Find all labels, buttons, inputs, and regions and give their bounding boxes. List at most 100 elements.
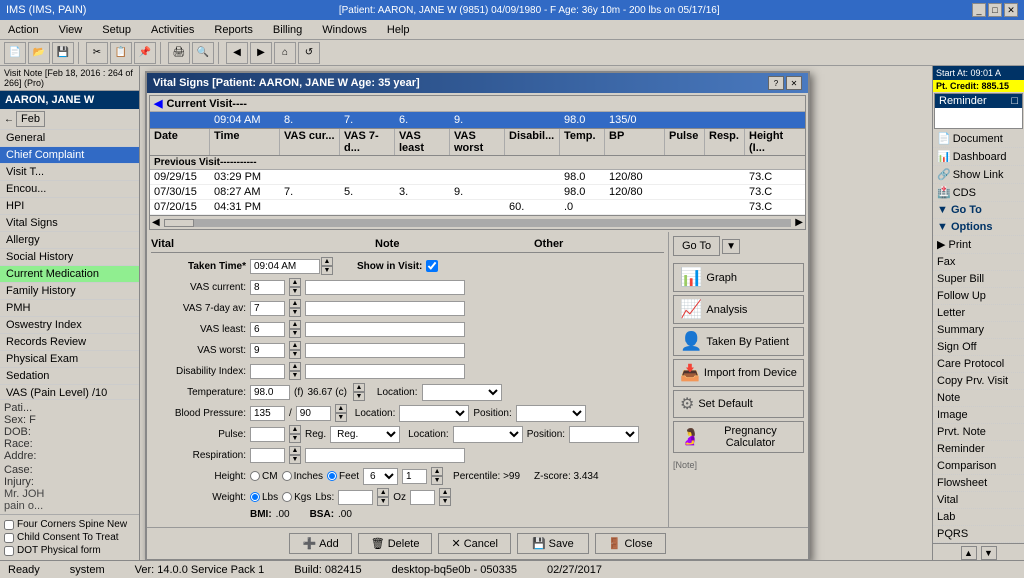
nav-oswestry[interactable]: Oswestry Index [0,317,139,334]
modal-close-btn[interactable]: ✕ [786,76,802,90]
resp-note[interactable] [305,448,465,463]
menu-setup[interactable]: Setup [98,22,135,38]
vas-cur-up[interactable]: ▲ [289,278,301,287]
right-nav-cds[interactable]: 🏥 CDS [933,184,1024,202]
nav-hpi[interactable]: HPI [0,198,139,215]
wt-oz-up[interactable]: ▲ [439,488,451,497]
current-visit-row[interactable]: 09:04 AM 8. 7. 6. 9. 98.0 135/0 [150,112,805,129]
right-nav-signoff[interactable]: Sign Off [933,339,1024,356]
temp-down[interactable]: ▼ [353,392,365,401]
right-nav-copy[interactable]: Copy Prv. Visit [933,373,1024,390]
vas-worst-up[interactable]: ▲ [289,341,301,350]
vas-worst-input[interactable] [250,343,285,358]
right-nav-reminder[interactable]: Reminder [933,441,1024,458]
taken-time-input[interactable] [250,259,320,274]
nav-sedation[interactable]: Sedation [0,368,139,385]
show-in-visit-checkbox[interactable] [426,260,438,272]
right-nav-note[interactable]: Note [933,390,1024,407]
right-nav-dashboard[interactable]: 📊 Dashboard [933,148,1024,166]
right-nav-image[interactable]: Image [933,407,1024,424]
toolbar-refresh[interactable]: ↺ [298,42,320,64]
height-down[interactable]: ▼ [431,476,443,485]
nav-encou[interactable]: Encou... [0,181,139,198]
weight-lbs-input[interactable] [338,490,373,505]
nav-vas[interactable]: VAS (Pain Level) /10 [0,385,139,399]
bp-up[interactable]: ▲ [335,404,347,413]
toolbar-back[interactable]: ◀ [226,42,248,64]
vas-7d-up[interactable]: ▲ [289,299,301,308]
add-btn[interactable]: ➕ Add [289,533,351,554]
scroll-right-arrow[interactable]: ▶ [795,217,803,228]
right-nav-summary[interactable]: Summary [933,322,1024,339]
height-cm-radio-label[interactable]: CM [250,471,278,482]
pregnancy-calc-btn[interactable]: 🤰 Pregnancy Calculator [673,421,804,453]
menu-activities[interactable]: Activities [147,22,198,38]
scroll-left-arrow[interactable]: ◀ [152,217,160,228]
weight-oz-input[interactable] [410,490,435,505]
menu-windows[interactable]: Windows [318,22,371,38]
wt-lbs-up[interactable]: ▲ [377,488,389,497]
close-modal-btn[interactable]: 🚪 Close [595,533,666,554]
temp-up[interactable]: ▲ [353,383,365,392]
toolbar-home[interactable]: ⌂ [274,42,296,64]
toolbar-open[interactable]: 📂 [28,42,50,64]
disab-down[interactable]: ▼ [289,371,301,380]
resp-up[interactable]: ▲ [289,446,301,455]
menu-action[interactable]: Action [4,22,43,38]
modal-help-btn[interactable]: ? [768,76,784,90]
vas-worst-note[interactable] [305,343,465,358]
bp-position-select[interactable] [516,405,586,422]
height-feet-select[interactable]: 6 [363,468,398,485]
right-nav-showlink[interactable]: 🔗 Show Link [933,166,1024,184]
analysis-btn[interactable]: 📈 Analysis [673,295,804,324]
graph-btn[interactable]: 📊 Graph [673,263,804,292]
nav-chief-complaint[interactable]: Chief Complaint [0,147,139,164]
right-nav-pqrs[interactable]: PQRS [933,526,1024,543]
height-inches-radio-label[interactable]: Inches [282,471,323,482]
right-nav-goto[interactable]: ▼ Go To [933,202,1024,219]
temperature-f-input[interactable] [250,385,290,400]
feb-nav[interactable]: ← Feb [0,109,139,130]
vas-current-note[interactable] [305,280,465,295]
checkbox-child-consent[interactable]: Child Consent To Treat [4,531,135,544]
pulse-location-select[interactable] [453,426,523,443]
time-down-btn[interactable]: ▼ [321,266,333,275]
menu-reports[interactable]: Reports [210,22,257,38]
right-nav-print[interactable]: ▶ Print [933,236,1024,254]
bp-dia-input[interactable] [296,406,331,421]
scroll-left-btn[interactable]: ◀ [154,97,162,110]
minimize-btn[interactable]: _ [972,3,986,17]
vas-least-up[interactable]: ▲ [289,320,301,329]
bp-location-select[interactable] [399,405,469,422]
goto-dropdown[interactable]: ▼ [722,239,740,254]
temp-location-select[interactable] [422,384,502,401]
table-scrollbar[interactable]: ◀ ▶ [150,215,805,229]
cancel-btn[interactable]: ✕ Cancel [438,533,510,554]
vas-cur-down[interactable]: ▼ [289,287,301,296]
vas-7d-down[interactable]: ▼ [289,308,301,317]
right-nav-fax[interactable]: Fax [933,254,1024,271]
close-btn[interactable]: ✕ [1004,3,1018,17]
vas-7day-note[interactable] [305,301,465,316]
right-nav-flowsheet[interactable]: Flowsheet [933,475,1024,492]
vas-worst-down[interactable]: ▼ [289,350,301,359]
right-nav-prvt-note[interactable]: Prvt. Note [933,424,1024,441]
scrollbar-track[interactable] [164,219,792,227]
delete-btn[interactable]: 🗑 Delete [358,533,433,554]
nav-vital-signs[interactable]: Vital Signs [0,215,139,232]
vas-current-input[interactable] [250,280,285,295]
toolbar-print[interactable]: 🖨 [168,42,190,64]
reminder-toggle[interactable]: □ [1011,95,1018,107]
right-nav-vital[interactable]: Vital [933,492,1024,509]
menu-view[interactable]: View [55,22,87,38]
toolbar-copy[interactable]: 📋 [110,42,132,64]
vas-7day-input[interactable] [250,301,285,316]
nav-family-history[interactable]: Family History [0,283,139,300]
disability-note[interactable] [305,364,465,379]
time-up-btn[interactable]: ▲ [321,257,333,266]
pulse-down[interactable]: ▼ [289,434,301,443]
maximize-btn[interactable]: □ [988,3,1002,17]
disability-input[interactable] [250,364,285,379]
taken-by-patient-btn[interactable]: 👤 Taken By Patient [673,327,804,356]
disab-up[interactable]: ▲ [289,362,301,371]
